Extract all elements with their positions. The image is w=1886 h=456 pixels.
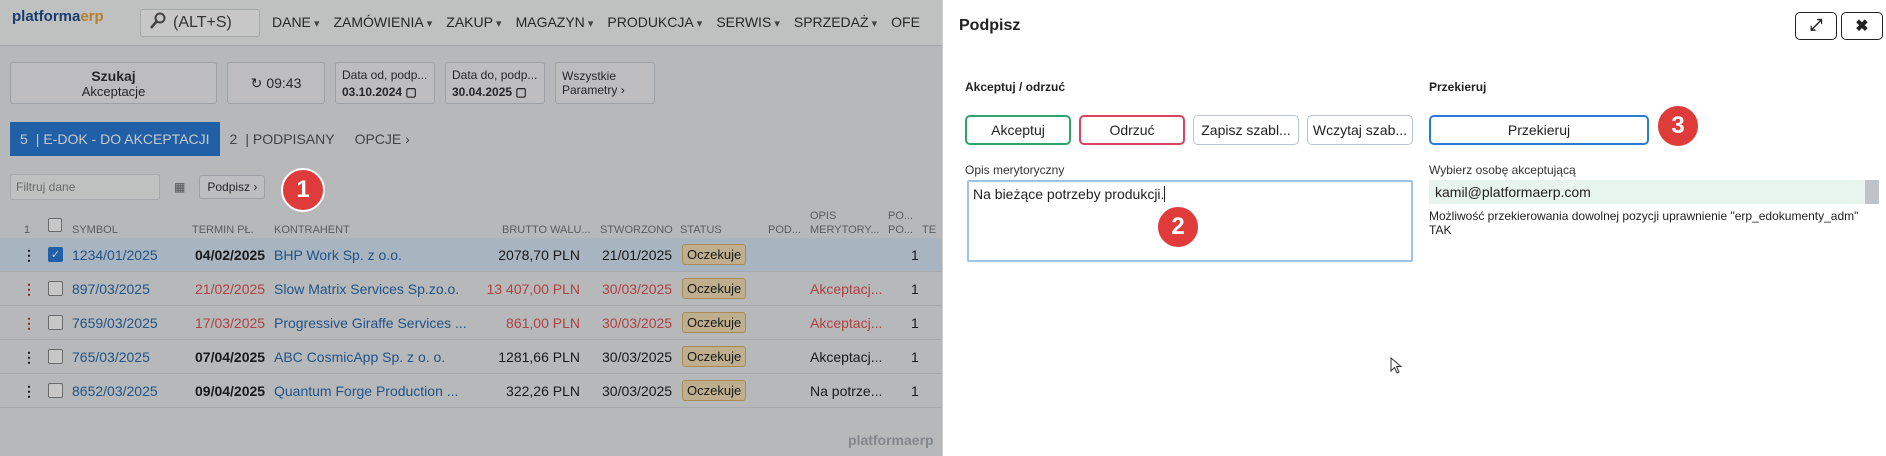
col-kontrahent[interactable]: KONTRAHENT <box>274 224 350 236</box>
date-from-field[interactable]: Data od, podp... 03.10.2024 ▢ <box>335 62 435 104</box>
row-menu-icon[interactable]: ⋮ <box>22 349 36 366</box>
table-row[interactable]: ⋮ 8652/03/2025 09/04/2025 Quantum Forge … <box>0 374 942 408</box>
tab-opcje[interactable]: OPCJE › <box>345 122 420 156</box>
redirect-section-title: Przekieruj <box>1429 80 1487 94</box>
row-checkbox[interactable] <box>48 281 63 296</box>
col-pod[interactable]: POD... <box>768 224 801 236</box>
expand-icon: ⤢ <box>1809 17 1823 34</box>
col-stworzono[interactable]: STWORZONO <box>600 224 673 236</box>
col-opis[interactable]: OPIS <box>810 210 836 222</box>
load-template-button[interactable]: Wczytaj szab... <box>1307 115 1413 145</box>
mouse-cursor-icon <box>1390 357 1403 374</box>
menu-zamowienia[interactable]: ZAMÓWIENIA <box>333 14 432 30</box>
global-search[interactable]: (ALT+S) <box>140 9 260 37</box>
row-checkbox[interactable] <box>48 383 63 398</box>
status-badge: Oczekuje <box>682 278 747 299</box>
person-select[interactable]: kamil@platformaerp.com <box>1429 180 1865 204</box>
tab-do-akceptacji[interactable]: 5 | E-DOK - DO AKCEPTACJI <box>10 122 220 156</box>
status-badge: Oczekuje <box>682 312 747 333</box>
status-badge: Oczekuje <box>682 380 747 401</box>
redirect-permission-note: Możliwość przekierowania dowolnej pozycj… <box>1429 209 1859 223</box>
save-template-button[interactable]: Zapisz szabl... <box>1193 115 1299 145</box>
select-all-checkbox[interactable] <box>48 218 62 232</box>
table-row[interactable]: ⋮ 765/03/2025 07/04/2025 ABC CosmicApp S… <box>0 340 942 374</box>
row-checkbox[interactable] <box>48 349 63 364</box>
row-menu-icon[interactable]: ⋮ <box>22 281 36 298</box>
menu-zakup[interactable]: ZAKUP <box>446 14 501 30</box>
menu-sprzedaz[interactable]: SPRZEDAŻ <box>794 14 877 30</box>
toolbar: Szukaj Akceptacje ↻ 09:43 Data od, podp.… <box>10 62 655 104</box>
row-menu-icon[interactable]: ⋮ <box>22 383 36 400</box>
menu-dane[interactable]: DANE <box>272 14 319 30</box>
row-checkbox[interactable]: ✓ <box>48 247 63 262</box>
table-row[interactable]: ⋮ 7659/03/2025 17/03/2025 Progressive Gi… <box>0 306 942 340</box>
search-shortcut: (ALT+S) <box>173 14 232 31</box>
panel-title: Podpisz <box>959 17 1021 34</box>
col-brutto[interactable]: BRUTTO WALU... <box>502 224 591 236</box>
menu-serwis[interactable]: SERWIS <box>716 14 780 30</box>
main-menu: DANE ZAMÓWIENIA ZAKUP MAGAZYN PRODUKCJA … <box>272 14 920 30</box>
redirect-button[interactable]: Przekieruj <box>1429 115 1649 145</box>
accept-section-title: Akceptuj / odrzuć <box>965 80 1066 94</box>
callout-badge-2: 2 <box>1156 205 1200 249</box>
chevron-right-icon: › <box>405 131 410 147</box>
expand-button[interactable]: ⤢ <box>1795 12 1837 40</box>
tab-podpisany[interactable]: 2 | PODPISANY <box>220 122 345 156</box>
table-header: 1 SYMBOL TERMIN PŁ. KONTRAHENT BRUTTO WA… <box>24 210 937 236</box>
col-termin[interactable]: TERMIN PŁ. <box>192 224 254 236</box>
sign-panel: Podpisz ⤢ ✖ Akceptuj / odrzuć Akceptuj O… <box>942 0 1886 456</box>
date-to-field[interactable]: Data do, podp... 30.04.2025 ▢ <box>445 62 545 104</box>
col-te[interactable]: TE <box>922 224 936 236</box>
table-row[interactable]: ⋮ ✓ 1234/01/2025 04/02/2025 BHP Work Sp.… <box>0 238 942 272</box>
search-button[interactable]: Szukaj Akceptacje <box>10 62 217 104</box>
col-po[interactable]: PO... <box>888 210 913 222</box>
row-menu-icon[interactable]: ⋮ <box>22 315 36 332</box>
menu-magazyn[interactable]: MAGAZYN <box>516 14 594 30</box>
table-body: ⋮ ✓ 1234/01/2025 04/02/2025 BHP Work Sp.… <box>0 238 942 408</box>
tab-bar: 5 | E-DOK - DO AKCEPTACJI 2 | PODPISANY OP… <box>10 122 420 156</box>
filter-row: Filtruj dane ▦ Podpisz › <box>10 174 266 200</box>
menu-produkcja[interactable]: PRODUKCJA <box>607 14 702 30</box>
status-badge: Oczekuje <box>682 346 747 367</box>
parameters-button[interactable]: Wszystkie Parametry › <box>555 62 655 104</box>
close-icon: ✖ <box>1855 18 1869 35</box>
top-bar: platformaerp (ALT+S) DANE ZAMÓWIENIA ZAK… <box>0 0 942 46</box>
filter-input[interactable]: Filtruj dane <box>10 174 160 200</box>
close-button[interactable]: ✖ <box>1841 12 1883 40</box>
accept-button[interactable]: Akceptuj <box>965 115 1071 145</box>
row-menu-icon[interactable]: ⋮ <box>22 247 36 264</box>
person-label: Wybierz osobę akceptującą <box>1429 163 1576 177</box>
col-symbol[interactable]: SYMBOL <box>72 224 118 236</box>
chevron-right-icon: › <box>620 83 625 97</box>
search-icon <box>149 12 167 35</box>
grid-view-icon[interactable]: ▦ <box>174 180 185 194</box>
refresh-icon: ↻ <box>250 74 263 91</box>
menu-ofe[interactable]: OFE <box>891 14 920 30</box>
calendar-icon: ▢ <box>515 84 527 99</box>
person-scrollbar[interactable] <box>1865 180 1879 204</box>
callout-badge-3: 3 <box>1656 104 1700 148</box>
refresh-button[interactable]: ↻ 09:43 <box>227 62 325 104</box>
reject-button[interactable]: Odrzuć <box>1079 115 1185 145</box>
app-logo[interactable]: platformaerp <box>12 8 104 25</box>
row-checkbox[interactable] <box>48 315 63 330</box>
calendar-icon: ▢ <box>405 84 417 99</box>
status-badge: Oczekuje <box>682 244 747 265</box>
col-status[interactable]: STATUS <box>680 224 722 236</box>
redirect-permission-value: TAK <box>1429 223 1452 237</box>
watermark-logo: platformaerp <box>848 432 934 448</box>
description-label: Opis merytoryczny <box>965 163 1065 177</box>
table-row[interactable]: ⋮ 897/03/2025 21/02/2025 Slow Matrix Ser… <box>0 272 942 306</box>
main-app: platformaerp (ALT+S) DANE ZAMÓWIENIA ZAK… <box>0 0 942 456</box>
callout-badge-1: 1 <box>281 168 325 212</box>
podpisz-chip[interactable]: Podpisz › <box>199 175 266 199</box>
